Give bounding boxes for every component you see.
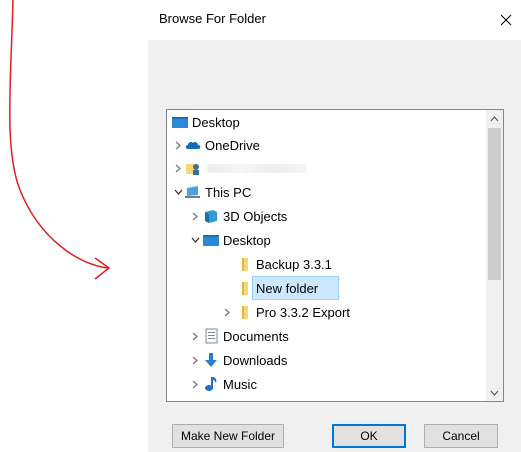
desktop-folder-icon: [203, 235, 219, 246]
tree-item-label: OneDrive: [205, 138, 260, 153]
close-button[interactable]: [491, 6, 521, 34]
tree-item-label: Pro 3.3.2 Export: [256, 305, 350, 320]
collapse-toggle[interactable]: [171, 181, 185, 203]
tree-item-label: This PC: [205, 185, 252, 200]
chevron-right-icon: [192, 212, 198, 220]
onedrive-cloud-icon: [185, 141, 201, 149]
tree-item-new-folder[interactable]: New folder: [167, 277, 485, 299]
chevron-down-icon: [490, 390, 499, 396]
documents-icon: [205, 328, 218, 344]
tree-item-this-pc[interactable]: This PC: [167, 181, 485, 203]
tree-item-3d-objects[interactable]: 3D Objects: [167, 205, 485, 227]
3d-objects-icon: [205, 210, 217, 223]
expand-toggle[interactable]: [188, 325, 202, 347]
vertical-scrollbar[interactable]: [486, 110, 503, 401]
redacted-name-blur: [207, 164, 307, 173]
tree-item-downloads[interactable]: Downloads: [167, 349, 485, 371]
expand-toggle[interactable]: [188, 349, 202, 371]
make-new-folder-button[interactable]: Make New Folder: [172, 424, 284, 448]
annotation-arrow: [9, 0, 111, 280]
tree-item-label: Downloads: [223, 353, 288, 368]
collapse-toggle[interactable]: [188, 229, 202, 251]
expand-toggle[interactable]: [171, 134, 185, 156]
music-icon: [205, 377, 217, 391]
tree-item-desktop-root[interactable]: Desktop: [167, 111, 485, 133]
user-folder-icon: [186, 164, 199, 175]
desktop-folder-icon: [172, 117, 188, 128]
tree-item-label: 3D Objects: [223, 209, 288, 224]
chevron-down-icon: [174, 189, 182, 195]
chevron-right-icon: [192, 332, 198, 340]
tree-item-label: Documents: [223, 329, 289, 344]
browse-for-folder-dialog: Browse For Folder Desktop OneDrive This …: [148, 0, 521, 452]
tree-item-label: Desktop: [223, 233, 271, 248]
tree-item-onedrive[interactable]: OneDrive: [167, 134, 485, 156]
chevron-right-icon: [175, 164, 181, 172]
tree-item-desktop[interactable]: Desktop: [167, 229, 485, 251]
folder-icon: [242, 306, 248, 319]
tree-item-user[interactable]: [167, 157, 485, 179]
dialog-title: Browse For Folder: [159, 11, 266, 26]
computer-icon: [185, 186, 200, 198]
chevron-right-icon: [224, 308, 230, 316]
tree-item-pro-3-3-2-export[interactable]: Pro 3.3.2 Export: [167, 301, 485, 323]
expand-toggle[interactable]: [188, 373, 202, 395]
scroll-down-button[interactable]: [486, 384, 503, 401]
close-icon: [500, 14, 512, 26]
cancel-button[interactable]: Cancel: [424, 424, 498, 448]
chevron-right-icon: [175, 141, 181, 149]
tree-item-label: Music: [223, 377, 257, 392]
expand-toggle[interactable]: [171, 157, 185, 179]
folder-icon: [242, 258, 248, 271]
scroll-thumb[interactable]: [488, 128, 501, 280]
scroll-up-button[interactable]: [486, 110, 503, 127]
expand-toggle[interactable]: [220, 301, 234, 323]
tree-item-documents[interactable]: Documents: [167, 325, 485, 347]
downloads-icon: [205, 353, 217, 367]
tree-item-label: Desktop: [192, 115, 240, 130]
expand-toggle[interactable]: [188, 205, 202, 227]
chevron-up-icon: [490, 115, 499, 121]
chevron-right-icon: [192, 356, 198, 364]
tree-item-label: New folder: [256, 281, 319, 296]
folder-tree[interactable]: Desktop OneDrive This PC 3D Objects Desk…: [166, 109, 504, 402]
chevron-right-icon: [192, 380, 198, 388]
tree-item-music[interactable]: Music: [167, 373, 485, 395]
title-bar: Browse For Folder: [148, 0, 521, 40]
folder-icon: [242, 282, 248, 295]
tree-item-label: Backup 3.3.1: [256, 257, 332, 272]
ok-button[interactable]: OK: [332, 424, 406, 448]
tree-item-backup-3-3-1[interactable]: Backup 3.3.1: [167, 253, 485, 275]
chevron-down-icon: [191, 237, 199, 243]
